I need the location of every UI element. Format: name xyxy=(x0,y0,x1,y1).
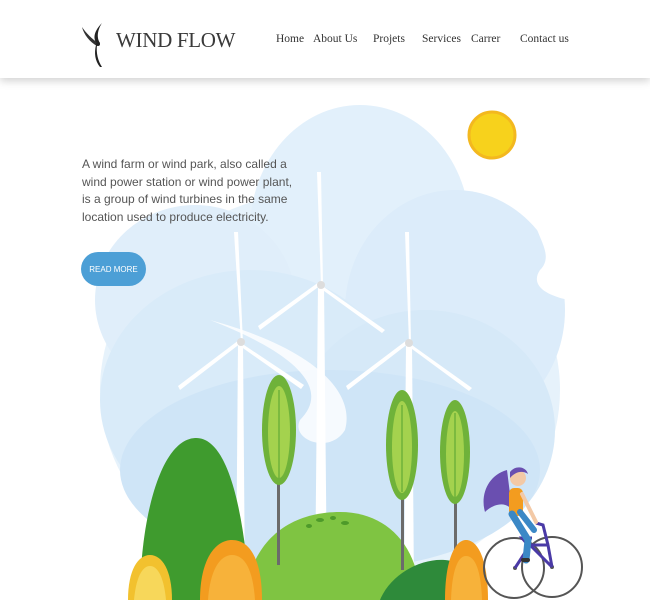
nav-contact-us[interactable]: Contact us xyxy=(520,33,569,45)
nav-home[interactable]: Home xyxy=(276,33,304,45)
read-more-button[interactable]: READ MORE xyxy=(81,252,146,286)
white-wave-left xyxy=(0,470,140,600)
brand-logo[interactable]: WIND FLOW xyxy=(80,10,236,70)
brand-name: WIND FLOW xyxy=(116,27,236,52)
hero-section: A wind farm or wind park, also called a … xyxy=(0,80,650,600)
nav-services[interactable]: Services xyxy=(422,33,461,45)
nav-carrer[interactable]: Carrer xyxy=(471,33,500,45)
nav-about-us[interactable]: About Us xyxy=(313,33,357,45)
sun-icon xyxy=(467,110,517,160)
nav-projets[interactable]: Projets xyxy=(373,33,405,45)
hero-description: A wind farm or wind park, also called a … xyxy=(82,157,293,224)
white-wave-right xyxy=(534,165,650,304)
wind-turbine-logo-icon xyxy=(82,23,102,67)
site-header: WIND FLOW Home About Us Projets Services… xyxy=(0,0,650,78)
